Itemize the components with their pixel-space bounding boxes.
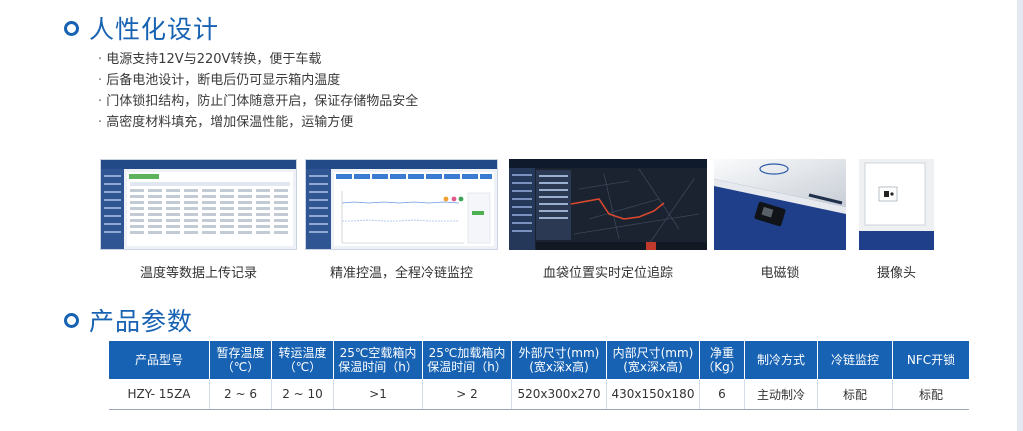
circle-bullet-icon xyxy=(64,20,79,36)
feature-list: 电源支持12V与220V转换，便于车载 后备电池设计，断电后仍可显示箱内温度 门… xyxy=(98,49,418,133)
route-map-graphic xyxy=(570,168,700,245)
product-params-table: 产品型号 暂存温度 （℃） 转运温度 （℃） 25℃空载箱内 保温时间（h） 25℃加… xyxy=(109,341,969,410)
col-header-storage-temp: 暂存温度 （℃） xyxy=(209,341,272,379)
blood-bag-tracking-screenshot xyxy=(509,159,707,250)
design-title: 人性化设计 xyxy=(89,15,220,44)
col-header-model: 产品型号 xyxy=(109,341,210,379)
params-title: 产品参数 xyxy=(89,307,194,336)
table-header-row: 产品型号 暂存温度 （℃） 转运温度 （℃） 25℃空载箱内 保温时间（h） 25℃加… xyxy=(109,341,969,379)
camera-photo xyxy=(859,159,934,250)
table-row: HZY- 15ZA 2 ~ 6 2 ~ 10 >1 > 2 520x300x27… xyxy=(109,379,969,410)
col-header-cooling-mode: 制冷方式 xyxy=(744,341,818,379)
feature-item: 电源支持12V与220V转换，便于车载 xyxy=(98,49,418,70)
electromagnetic-lock-photo xyxy=(714,159,846,250)
cell-loaded-hold-time: > 2 xyxy=(422,379,512,410)
cell-cooling-mode: 主动制冷 xyxy=(744,379,818,410)
col-header-inner-size: 内部尺寸(mm) (宽x深x高) xyxy=(606,341,700,379)
cell-net-weight: 6 xyxy=(699,379,745,410)
col-header-cold-chain-monitor: 冷链监控 xyxy=(817,341,893,379)
temperature-monitor-screenshot xyxy=(305,159,498,250)
camera-illustration xyxy=(859,159,934,250)
cell-transport-temp: 2 ~ 10 xyxy=(271,379,334,410)
cell-inner-size: 430x150x180 xyxy=(606,379,700,410)
cell-outer-size: 520x300x270 xyxy=(511,379,607,410)
params-heading: 产品参数 xyxy=(64,302,193,338)
feature-item: 门体锁扣结构，防止门体随意开启，保证存储物品安全 xyxy=(98,91,418,112)
caption-electromagnetic-lock: 电磁锁 xyxy=(760,266,800,281)
caption-location-tracking: 血袋位置实时定位追踪 xyxy=(542,266,673,281)
col-header-transport-temp: 转运温度 （℃） xyxy=(271,341,334,379)
col-header-outer-size: 外部尺寸(mm) (宽x深x高) xyxy=(511,341,607,379)
cell-cold-chain-monitor: 标配 xyxy=(817,379,893,410)
cell-model: HZY- 15ZA xyxy=(109,379,210,410)
caption-camera: 摄像头 xyxy=(876,266,916,281)
cell-storage-temp: 2 ~ 6 xyxy=(209,379,272,410)
caption-cold-chain: 精准控温，全程冷链监控 xyxy=(329,266,473,281)
col-header-nfc-unlock: NFC开锁 xyxy=(892,341,969,379)
design-heading: 人性化设计 xyxy=(64,10,219,46)
data-upload-screenshot xyxy=(100,159,297,250)
cell-nfc-unlock: 标配 xyxy=(892,379,969,410)
circle-bullet-icon xyxy=(64,312,79,328)
cell-empty-hold-time: >1 xyxy=(333,379,423,410)
col-header-loaded-hold-time: 25℃加载箱内 保温时间（h） xyxy=(422,341,512,379)
col-header-net-weight: 净重 （Kg） xyxy=(699,341,745,379)
page-edge xyxy=(1017,0,1023,431)
feature-item: 高密度材料填充，增加保温性能，运输方便 xyxy=(98,112,418,133)
lock-illustration xyxy=(714,159,846,250)
col-header-empty-hold-time: 25℃空载箱内 保温时间（h） xyxy=(333,341,423,379)
temperature-chart-graphic xyxy=(341,191,491,244)
caption-data-upload: 温度等数据上传记录 xyxy=(139,266,257,281)
feature-item: 后备电池设计，断电后仍可显示箱内温度 xyxy=(98,70,418,91)
